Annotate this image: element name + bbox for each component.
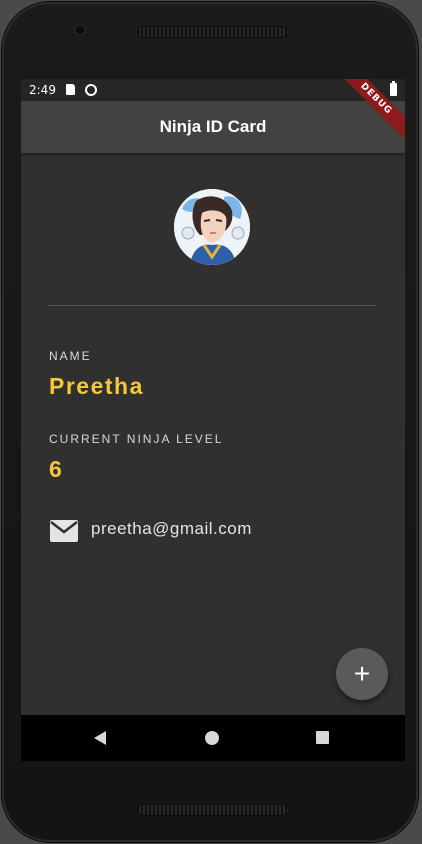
plus-icon: + [353,658,371,689]
sd-card-icon [66,84,75,95]
app-screen: 2:49 Ninja ID Card DEBUG NAME Preetha CU… [21,79,405,761]
page-title: Ninja ID Card [159,117,267,136]
back-icon[interactable] [94,731,106,745]
sync-icon [85,84,97,96]
front-camera [74,24,86,36]
phone-frame: 2:49 Ninja ID Card DEBUG NAME Preetha CU… [2,2,418,842]
avatar-illustration [174,189,250,265]
navigation-bar [21,715,405,761]
divider [48,305,376,306]
name-label: NAME [49,349,92,363]
name-value: Preetha [49,373,144,399]
email-address: preetha@gmail.com [91,519,252,538]
home-icon[interactable] [205,731,219,745]
top-speaker [137,26,289,38]
add-button[interactable]: + [336,648,388,700]
battery-icon [390,81,397,96]
recents-icon[interactable] [316,731,329,744]
app-bar: Ninja ID Card [21,101,405,153]
mail-icon [50,520,78,542]
level-value: 6 [49,456,64,482]
status-time: 2:49 [29,83,56,97]
avatar [174,189,250,265]
level-label: CURRENT NINJA LEVEL [49,432,224,446]
bottom-speaker [137,804,289,816]
